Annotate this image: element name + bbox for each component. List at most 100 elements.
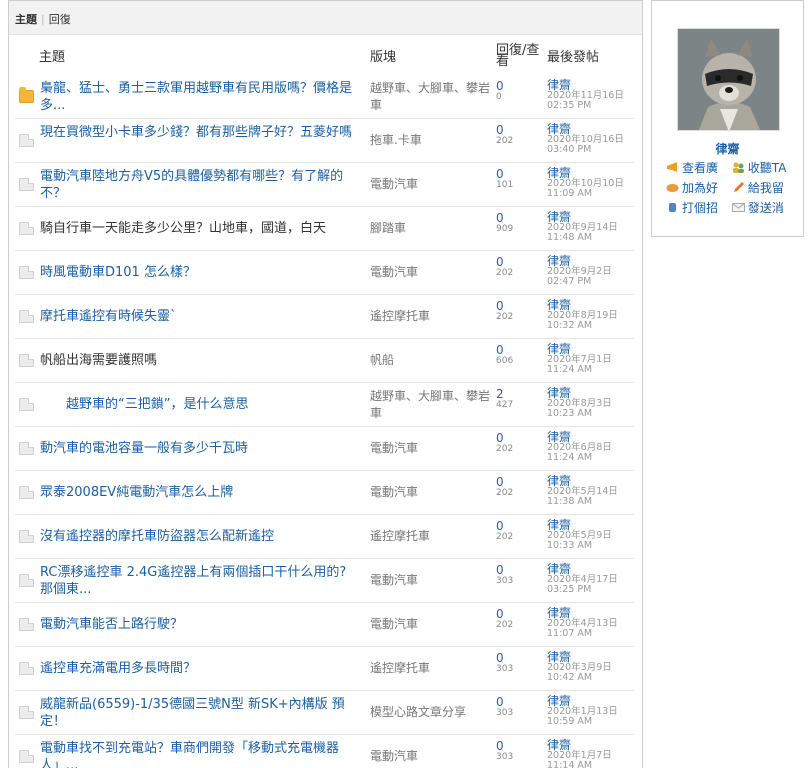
table-header: 主題 版塊 回復/查看 最後發帖: [9, 35, 642, 75]
thread-forum[interactable]: 電動汽車: [370, 748, 496, 765]
reply-count[interactable]: 0: [496, 608, 546, 620]
thread-title-link[interactable]: 沒有遙控器的摩托車防盜器怎么配新遙控: [40, 528, 358, 545]
table-row: 帆船出海需要護照嗎 帆船 0 606 律齋 2020年7月1日 11:24 AM: [15, 339, 634, 383]
view-profile-link[interactable]: 查看廣: [666, 158, 728, 178]
last-post-time: 10:32 AM: [547, 320, 593, 331]
thread-forum[interactable]: 帆船: [370, 352, 496, 369]
thread-forum[interactable]: 電動汽車: [370, 264, 496, 281]
last-post: 律齋 2020年9月14日 11:48 AM: [547, 211, 642, 243]
thread-title-link[interactable]: 電動車找不到充電站？車商們開發「移動式充電機器人」...: [40, 740, 358, 768]
thread-title-link[interactable]: 動汽車的電池容量一般有多少千瓦時: [40, 440, 358, 457]
table-row: 眾泰2008EV純電動汽車怎么上牌 電動汽車 0 202 律齋 2020年5月14日 11:…: [15, 471, 634, 515]
doc-icon: [19, 750, 34, 763]
thread-title-link[interactable]: 時風電動車D101 怎么樣？: [40, 264, 358, 281]
last-post: 律齋 2020年6月8日 11:24 AM: [547, 431, 642, 463]
table-row: 電動汽車陸地方舟V5的具體優勢都有哪些？有了解的不？ 電動汽車 0 101 律齋 2020…: [15, 163, 634, 207]
last-post-time: 10:23 AM: [547, 408, 593, 419]
thread-title-link[interactable]: 電動汽車能否上路行駛？: [40, 616, 358, 633]
thread-title-link[interactable]: 現在買微型小卡車多少錢？都有那些牌子好？五菱好嗎: [40, 124, 358, 141]
thread-title-link[interactable]: 帆船出海需要護照嗎: [40, 352, 358, 369]
last-post-time: 10:42 AM: [547, 672, 593, 683]
reply-count[interactable]: 0: [496, 80, 546, 92]
envelope-icon: [731, 199, 745, 212]
thread-stats: 0 202: [496, 300, 546, 323]
last-post-time: 11:07 AM: [547, 628, 593, 639]
table-row: 騎自行車一天能走多少公里？山地車，國道，白天 腳踏車 0 909 律齋 2020年9月14…: [15, 207, 634, 251]
reply-count[interactable]: 0: [496, 696, 546, 708]
thread-title-link[interactable]: 騎自行車一天能走多少公里？山地車，國道，白天: [40, 220, 358, 237]
view-count: 202: [496, 136, 514, 146]
thread-forum[interactable]: 越野車、大腳車、攀岩車: [370, 80, 496, 114]
raccoon-avatar-image: [678, 29, 779, 130]
greet-link[interactable]: 打個招: [666, 198, 728, 218]
thread-forum[interactable]: 電動汽車: [370, 484, 496, 501]
thread-forum[interactable]: 電動汽車: [370, 616, 496, 633]
table-row: 摩托車遙控有時候失靈` 遙控摩托車 0 202 律齋 2020年8月19日 10:32 AM: [15, 295, 634, 339]
thread-title-link[interactable]: 摩托車遙控有時候失靈`: [40, 308, 358, 325]
reply-count[interactable]: 0: [496, 124, 546, 136]
tab-topic[interactable]: 主題: [15, 13, 37, 26]
reply-count[interactable]: 0: [496, 652, 546, 664]
last-post-time: 02:47 PM: [547, 276, 592, 287]
table-row: 電動車找不到充電站？車商們開發「移動式充電機器人」... 電動汽車 0 303 律齋 20…: [15, 735, 634, 768]
reply-count[interactable]: 0: [496, 256, 546, 268]
thread-forum[interactable]: 電動汽車: [370, 572, 496, 589]
view-count: 202: [496, 268, 514, 278]
table-row: 越野車的“三把鎖”，是什么意思 越野車、大腳車、攀岩車 2 427 律齋 2020年8月3…: [15, 383, 634, 427]
thread-forum[interactable]: 遙控摩托車: [370, 308, 496, 325]
table-row: 現在買微型小卡車多少錢？都有那些牌子好？五菱好嗎 拖車.卡車 0 202 律齋 2020年…: [15, 119, 634, 163]
leave-message-link[interactable]: 給我留: [732, 178, 794, 198]
reply-count[interactable]: 0: [496, 168, 546, 180]
last-post: 律齋 2020年5月14日 11:38 AM: [547, 475, 642, 507]
thread-title-link[interactable]: 眾泰2008EV純電動汽車怎么上牌: [40, 484, 358, 501]
thread-list-panel: 主題 | 回復 主題 版塊 回復/查看 最後發帖 梟龍、猛士、勇士三款軍用越野車有民…: [8, 0, 643, 768]
reply-count[interactable]: 2: [496, 388, 546, 400]
thread-title-link[interactable]: 威龍新品(6559)-1/35德國三號N型 新SK+內構版 預定！: [40, 696, 358, 730]
thread-forum[interactable]: 模型心路文章分享: [370, 704, 496, 721]
thread-title-link[interactable]: 電動汽車陸地方舟V5的具體優勢都有哪些？有了解的不？: [40, 168, 358, 202]
doc-icon: [19, 486, 34, 499]
thread-stats: 0 303: [496, 564, 546, 587]
doc-icon: [19, 222, 34, 235]
thread-title-link[interactable]: 越野車的“三把鎖”，是什么意思: [40, 396, 358, 413]
profile-username[interactable]: 律齋: [652, 140, 803, 157]
doc-icon: [19, 442, 34, 455]
thread-title-link[interactable]: RC漂移遙控車 2.4G遙控器上有兩個插口干什么用的?那個東...: [40, 564, 358, 598]
megaphone-icon: [666, 159, 679, 172]
view-count: 202: [496, 620, 514, 630]
tab-reply[interactable]: 回復: [49, 13, 71, 26]
thread-forum[interactable]: 電動汽車: [370, 440, 496, 457]
reply-count[interactable]: 0: [496, 476, 546, 488]
thread-title-link[interactable]: 遙控車充滿電用多長時間？: [40, 660, 358, 677]
thread-forum[interactable]: 遙控摩托車: [370, 660, 496, 677]
thread-forum[interactable]: 拖車.卡車: [370, 132, 496, 149]
reply-count[interactable]: 0: [496, 740, 546, 752]
users-icon: [732, 159, 745, 173]
thread-stats: 00: [496, 80, 546, 103]
add-friend-link[interactable]: 加為好: [666, 178, 728, 198]
thread-forum[interactable]: 電動汽車: [370, 176, 496, 193]
last-post: 律齋 2020年8月3日 10:23 AM: [547, 387, 642, 419]
last-post-time: 02:35 PM: [547, 100, 592, 111]
last-post: 律齋 2020年3月9日 10:42 AM: [547, 651, 642, 683]
thread-stats: 2 427: [496, 388, 546, 411]
reply-count[interactable]: 0: [496, 520, 546, 532]
handshake-icon: [666, 179, 679, 192]
send-message-link[interactable]: 發送消: [731, 198, 794, 218]
view-count: 202: [496, 488, 514, 498]
avatar[interactable]: [677, 28, 780, 131]
reply-count[interactable]: 0: [496, 212, 546, 224]
thread-forum[interactable]: 越野車、大腳車、攀岩車: [370, 388, 496, 422]
header-stats: 回復/查看: [496, 43, 540, 69]
thread-stats: 0 202: [496, 432, 546, 455]
thread-forum[interactable]: 遙控摩托車: [370, 528, 496, 545]
reply-count[interactable]: 0: [496, 300, 546, 312]
reply-count[interactable]: 0: [496, 564, 546, 576]
thread-forum[interactable]: 腳踏車: [370, 220, 496, 237]
follow-link[interactable]: 收聽TA: [732, 158, 794, 178]
thread-rows: 梟龍、猛士、勇士三款軍用越野車有民用版嗎？價格是多... 越野車、大腳車、攀岩車 0…: [9, 75, 642, 768]
last-post-time: 11:24 AM: [547, 364, 593, 375]
reply-count[interactable]: 0: [496, 344, 546, 356]
reply-count[interactable]: 0: [496, 432, 546, 444]
thread-title-link[interactable]: 梟龍、猛士、勇士三款軍用越野車有民用版嗎？價格是多...: [40, 80, 358, 114]
